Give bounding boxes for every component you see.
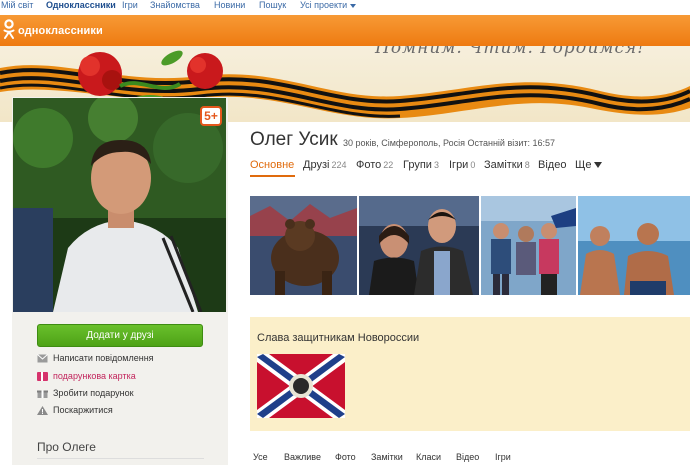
photo-thumbnail-group[interactable] — [481, 196, 576, 295]
tab-groups-count: 3 — [433, 160, 439, 170]
portal-link-games[interactable]: Ігри — [122, 0, 138, 10]
tab-notes-count: 8 — [524, 160, 530, 170]
couple-photo — [359, 196, 479, 295]
tab-games-count: 0 — [470, 160, 476, 170]
add-friend-button[interactable]: Додати у друзі — [37, 324, 203, 347]
avatar-photo — [13, 98, 226, 312]
tab-friends[interactable]: Друзі 224 — [303, 159, 346, 171]
tab-video-label: Відео — [538, 159, 567, 171]
tab-photos[interactable]: Фото 22 — [356, 159, 393, 171]
group-photo — [481, 196, 576, 295]
feed-tab-games[interactable]: Ігри — [495, 452, 511, 462]
age-rating-badge: 5+ — [200, 106, 222, 126]
portal-link-odnoklassniki[interactable]: Одноклассники — [46, 0, 116, 10]
chevron-down-icon — [594, 162, 603, 169]
gift-card-label: подарункова картка — [53, 371, 136, 381]
photo-thumbnail-couple[interactable] — [359, 196, 479, 295]
feed-tab-video[interactable]: Відео — [456, 452, 479, 462]
all-projects-label: Усі проекти — [300, 0, 348, 10]
site-logo-text[interactable]: одноклассники — [18, 25, 103, 37]
warning-icon — [37, 406, 48, 415]
novorossiya-flag-image[interactable] — [257, 354, 345, 418]
about-section-title[interactable]: Про Олеге — [37, 440, 96, 454]
feed-tab-all[interactable]: Усе — [253, 452, 268, 462]
gift-card-icon — [37, 372, 48, 381]
tab-games-label: Ігри — [449, 159, 469, 171]
tab-more[interactable]: Ще — [575, 159, 603, 171]
bear-photo — [250, 196, 357, 295]
tab-main[interactable]: Основне — [250, 159, 294, 171]
envelope-icon — [37, 354, 48, 363]
tab-notes[interactable]: Замітки 8 — [484, 159, 530, 171]
feed-tab-important[interactable]: Важливе — [284, 452, 321, 462]
banner-slogan: Помним. Чтим. Гордимся! — [375, 46, 646, 58]
tab-more-label: Ще — [575, 159, 592, 171]
about-divider — [37, 458, 204, 459]
tab-friends-count: 224 — [331, 160, 347, 170]
tab-groups[interactable]: Групи 3 — [403, 159, 439, 171]
feed-tab-likes[interactable]: Класи — [416, 452, 441, 462]
tab-friends-label: Друзі — [303, 159, 330, 171]
photo-thumbnail-bear[interactable] — [250, 196, 357, 295]
complain-label: Поскаржитися — [53, 405, 113, 415]
feed-tab-notes[interactable]: Замітки — [371, 452, 403, 462]
make-gift-label: Зробити подарунок — [53, 388, 134, 398]
odnoklassniki-logo-icon[interactable] — [3, 19, 15, 41]
flag-image — [257, 354, 345, 418]
portal-link-dating[interactable]: Знайомства — [150, 0, 200, 10]
site-header: одноклассники — [0, 15, 690, 46]
portal-link-all-projects[interactable]: Усі проекти — [300, 0, 357, 10]
send-message-label: Написати повідомлення — [53, 353, 154, 363]
chevron-down-icon — [350, 3, 357, 8]
profile-name: Олег Усик — [250, 129, 338, 150]
tab-photos-label: Фото — [356, 159, 382, 171]
portal-link-my-world[interactable]: Мій світ — [1, 0, 33, 10]
profile-avatar[interactable] — [13, 98, 226, 312]
portal-bar: Мій світ Одноклассники Ігри Знайомства Н… — [0, 0, 690, 14]
tab-video[interactable]: Відео — [538, 159, 566, 171]
gift-icon — [37, 390, 48, 398]
tab-games[interactable]: Ігри 0 — [449, 159, 475, 171]
tab-main-label: Основне — [250, 159, 295, 171]
photo-thumbnail-beach[interactable] — [578, 196, 690, 295]
beach-photo — [578, 196, 690, 295]
profile-meta: 30 років, Сімферополь, Росія Останній ві… — [343, 138, 556, 148]
active-tab-indicator — [250, 175, 295, 177]
tab-photos-count: 22 — [383, 160, 394, 170]
status-text: Слава защитникам Новороссии — [257, 332, 420, 344]
portal-link-search[interactable]: Пошук — [259, 0, 286, 10]
feed-tab-photos[interactable]: Фото — [335, 452, 356, 462]
tab-notes-label: Замітки — [484, 159, 523, 171]
tab-groups-label: Групи — [403, 159, 432, 171]
portal-link-news[interactable]: Новини — [214, 0, 245, 10]
